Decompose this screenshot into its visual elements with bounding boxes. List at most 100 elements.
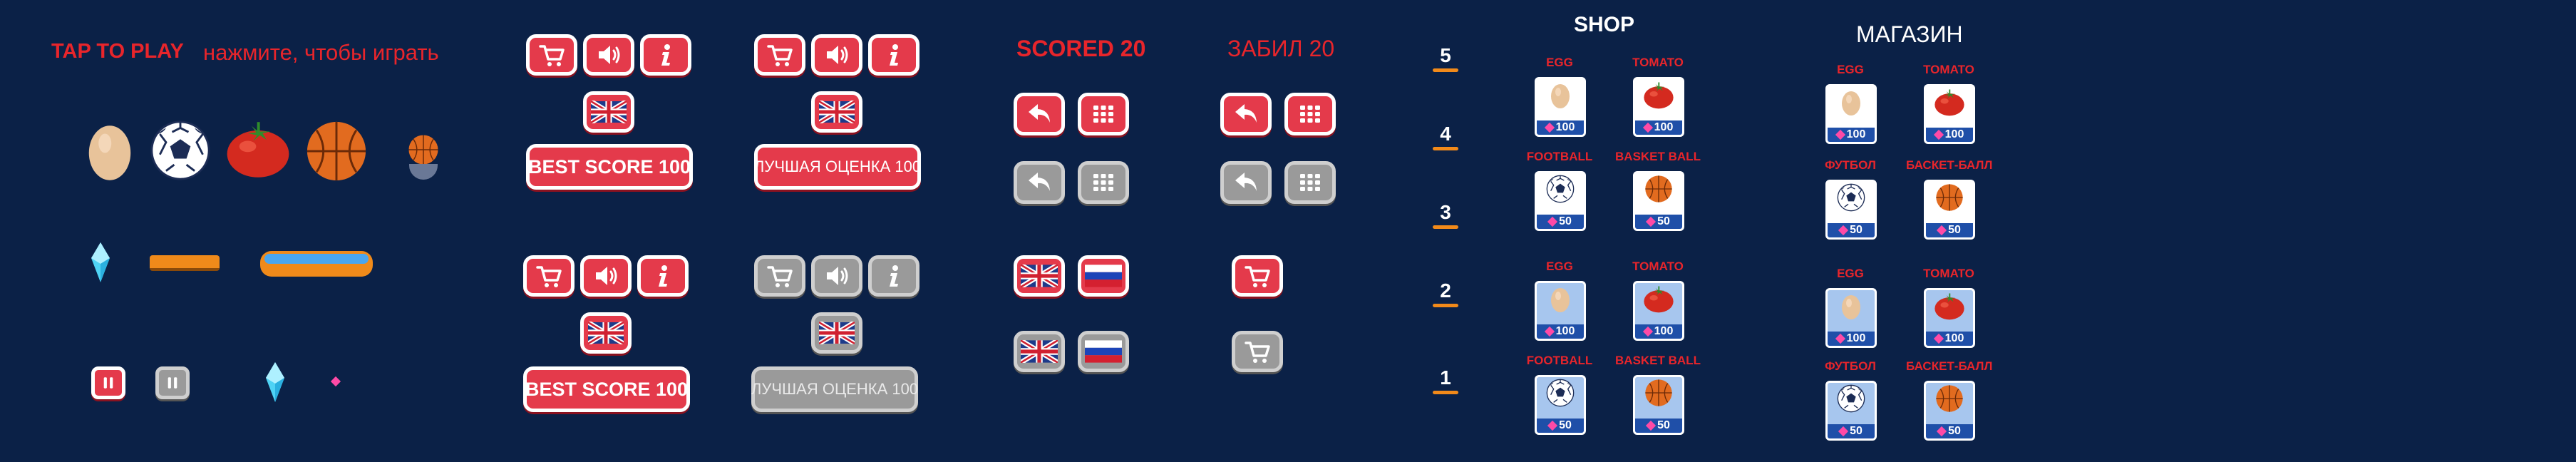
pause-button[interactable] (91, 366, 125, 399)
menu-grid-icon (1300, 106, 1320, 123)
menu-button-disabled[interactable] (1284, 161, 1336, 204)
ru-flag-icon (1085, 340, 1122, 363)
shop-item-basketball-ru-selected[interactable]: 50 (1924, 381, 1975, 441)
language-button-disabled[interactable] (811, 312, 862, 354)
menu-button-disabled[interactable] (1078, 161, 1129, 204)
sound-icon (825, 265, 848, 287)
price-tag: 100 (1926, 332, 1973, 346)
best-score-badge: BEST SCORE 100 (523, 366, 690, 412)
shop-button[interactable] (754, 34, 805, 76)
shop-item-basketball-ru[interactable]: 50 (1924, 180, 1975, 240)
basketball-label: BASKET BALL (1615, 354, 1701, 367)
price-tag: 50 (1537, 215, 1584, 229)
price-tag: 50 (1828, 223, 1875, 237)
back-button[interactable] (1220, 93, 1272, 135)
price-tag: 100 (1828, 128, 1875, 142)
basketball-label-ru: БАСКЕТ-БАЛЛ (1906, 359, 1993, 373)
football-label-ru: ФУТБОЛ (1825, 158, 1876, 172)
info-button[interactable] (640, 34, 691, 76)
menu-grid-icon (1300, 174, 1320, 191)
sound-button-disabled[interactable] (811, 255, 862, 297)
football-icon (150, 120, 210, 180)
shop-button[interactable] (526, 34, 577, 76)
english-flag-button-disabled[interactable] (1014, 331, 1065, 372)
shop-button-disabled[interactable] (754, 255, 805, 297)
pause-button-disabled[interactable] (155, 366, 190, 399)
sound-icon (825, 44, 848, 66)
menu-button[interactable] (1284, 93, 1336, 135)
menu-button[interactable] (1078, 93, 1129, 135)
shop-item-egg-selected[interactable]: 100 (1535, 281, 1586, 341)
shop-item-tomato-selected[interactable]: 100 (1633, 281, 1684, 341)
football-icon (1837, 183, 1865, 212)
language-button[interactable] (811, 91, 862, 133)
best-score-text: BEST SCORE 100 (527, 155, 691, 178)
level-number: 4 (1431, 123, 1460, 150)
shop-button[interactable] (523, 255, 575, 297)
cart-icon (1245, 266, 1270, 289)
shop-item-egg-ru-selected[interactable]: 100 (1825, 288, 1877, 348)
back-button-disabled[interactable] (1220, 161, 1272, 204)
egg-icon (1551, 288, 1570, 312)
info-icon (890, 44, 898, 66)
shop-button[interactable] (1232, 255, 1283, 297)
gem-icon (1642, 326, 1653, 337)
sound-button[interactable] (811, 34, 862, 76)
basketball-small-icon (408, 134, 439, 165)
shop-item-tomato-ru-selected[interactable]: 100 (1924, 288, 1975, 348)
language-button[interactable] (583, 91, 634, 133)
tomato-icon (227, 122, 289, 178)
price-tag: 50 (1926, 424, 1973, 438)
sound-button[interactable] (583, 34, 634, 76)
sound-icon (597, 44, 620, 66)
shop-item-football-selected[interactable]: 50 (1535, 375, 1586, 435)
back-button[interactable] (1014, 93, 1065, 135)
shop-item-football-ru[interactable]: 50 (1825, 180, 1877, 240)
russian-flag-button-disabled[interactable] (1078, 331, 1129, 372)
sound-icon (594, 265, 617, 287)
cart-icon (539, 45, 565, 68)
tomato-label: TOMATO (1923, 267, 1974, 280)
shop-item-egg-ru[interactable]: 100 (1825, 84, 1877, 144)
shop-item-tomato-ru[interactable]: 100 (1924, 84, 1975, 144)
english-flag-button[interactable] (1014, 255, 1065, 297)
football-label: FOOTBALL (1526, 150, 1593, 163)
info-button[interactable] (637, 255, 689, 297)
shop-item-basketball-selected[interactable]: 50 (1633, 375, 1684, 435)
price-tag: 100 (1537, 120, 1584, 135)
info-button-disabled[interactable] (868, 255, 919, 297)
back-button-disabled[interactable] (1014, 161, 1065, 204)
gem-icon (1646, 420, 1657, 431)
gem-icon (1646, 216, 1657, 227)
level-number: 2 (1431, 279, 1460, 307)
shop-item-football[interactable]: 50 (1535, 171, 1586, 231)
shop-item-basketball[interactable]: 50 (1633, 171, 1684, 231)
price-tag: 50 (1635, 419, 1682, 433)
platform-water-icon (260, 251, 373, 277)
level-number: 3 (1431, 201, 1460, 229)
russian-flag-button[interactable] (1078, 255, 1129, 297)
gem-icon (1547, 420, 1558, 431)
football-icon (1546, 379, 1575, 407)
back-arrow-icon (1029, 173, 1050, 191)
best-score-badge-ru-disabled: ЛУЧШАЯ ОЦЕНКА 100 (751, 366, 918, 412)
shop-button-disabled[interactable] (1232, 331, 1283, 372)
shop-item-egg[interactable]: 100 (1535, 77, 1586, 137)
egg-icon (88, 125, 131, 180)
shop-item-football-ru-selected[interactable]: 50 (1825, 381, 1877, 441)
egg-label: EGG (1837, 267, 1864, 280)
shop-title-ru: МАГАЗИН (1856, 21, 1963, 47)
back-arrow-icon (1235, 173, 1257, 191)
price-tag: 100 (1635, 324, 1682, 339)
price-tag: 100 (1635, 120, 1682, 135)
shop-item-tomato[interactable]: 100 (1633, 77, 1684, 137)
tomato-label: TOMATO (1632, 260, 1684, 273)
menu-grid-icon (1093, 174, 1113, 191)
language-button[interactable] (580, 312, 632, 354)
gem-icon (1544, 122, 1555, 133)
sound-button[interactable] (580, 255, 632, 297)
gem-icon (1937, 426, 1947, 437)
price-tag: 50 (1828, 424, 1875, 438)
info-button[interactable] (868, 34, 919, 76)
egg-label: EGG (1837, 63, 1864, 76)
